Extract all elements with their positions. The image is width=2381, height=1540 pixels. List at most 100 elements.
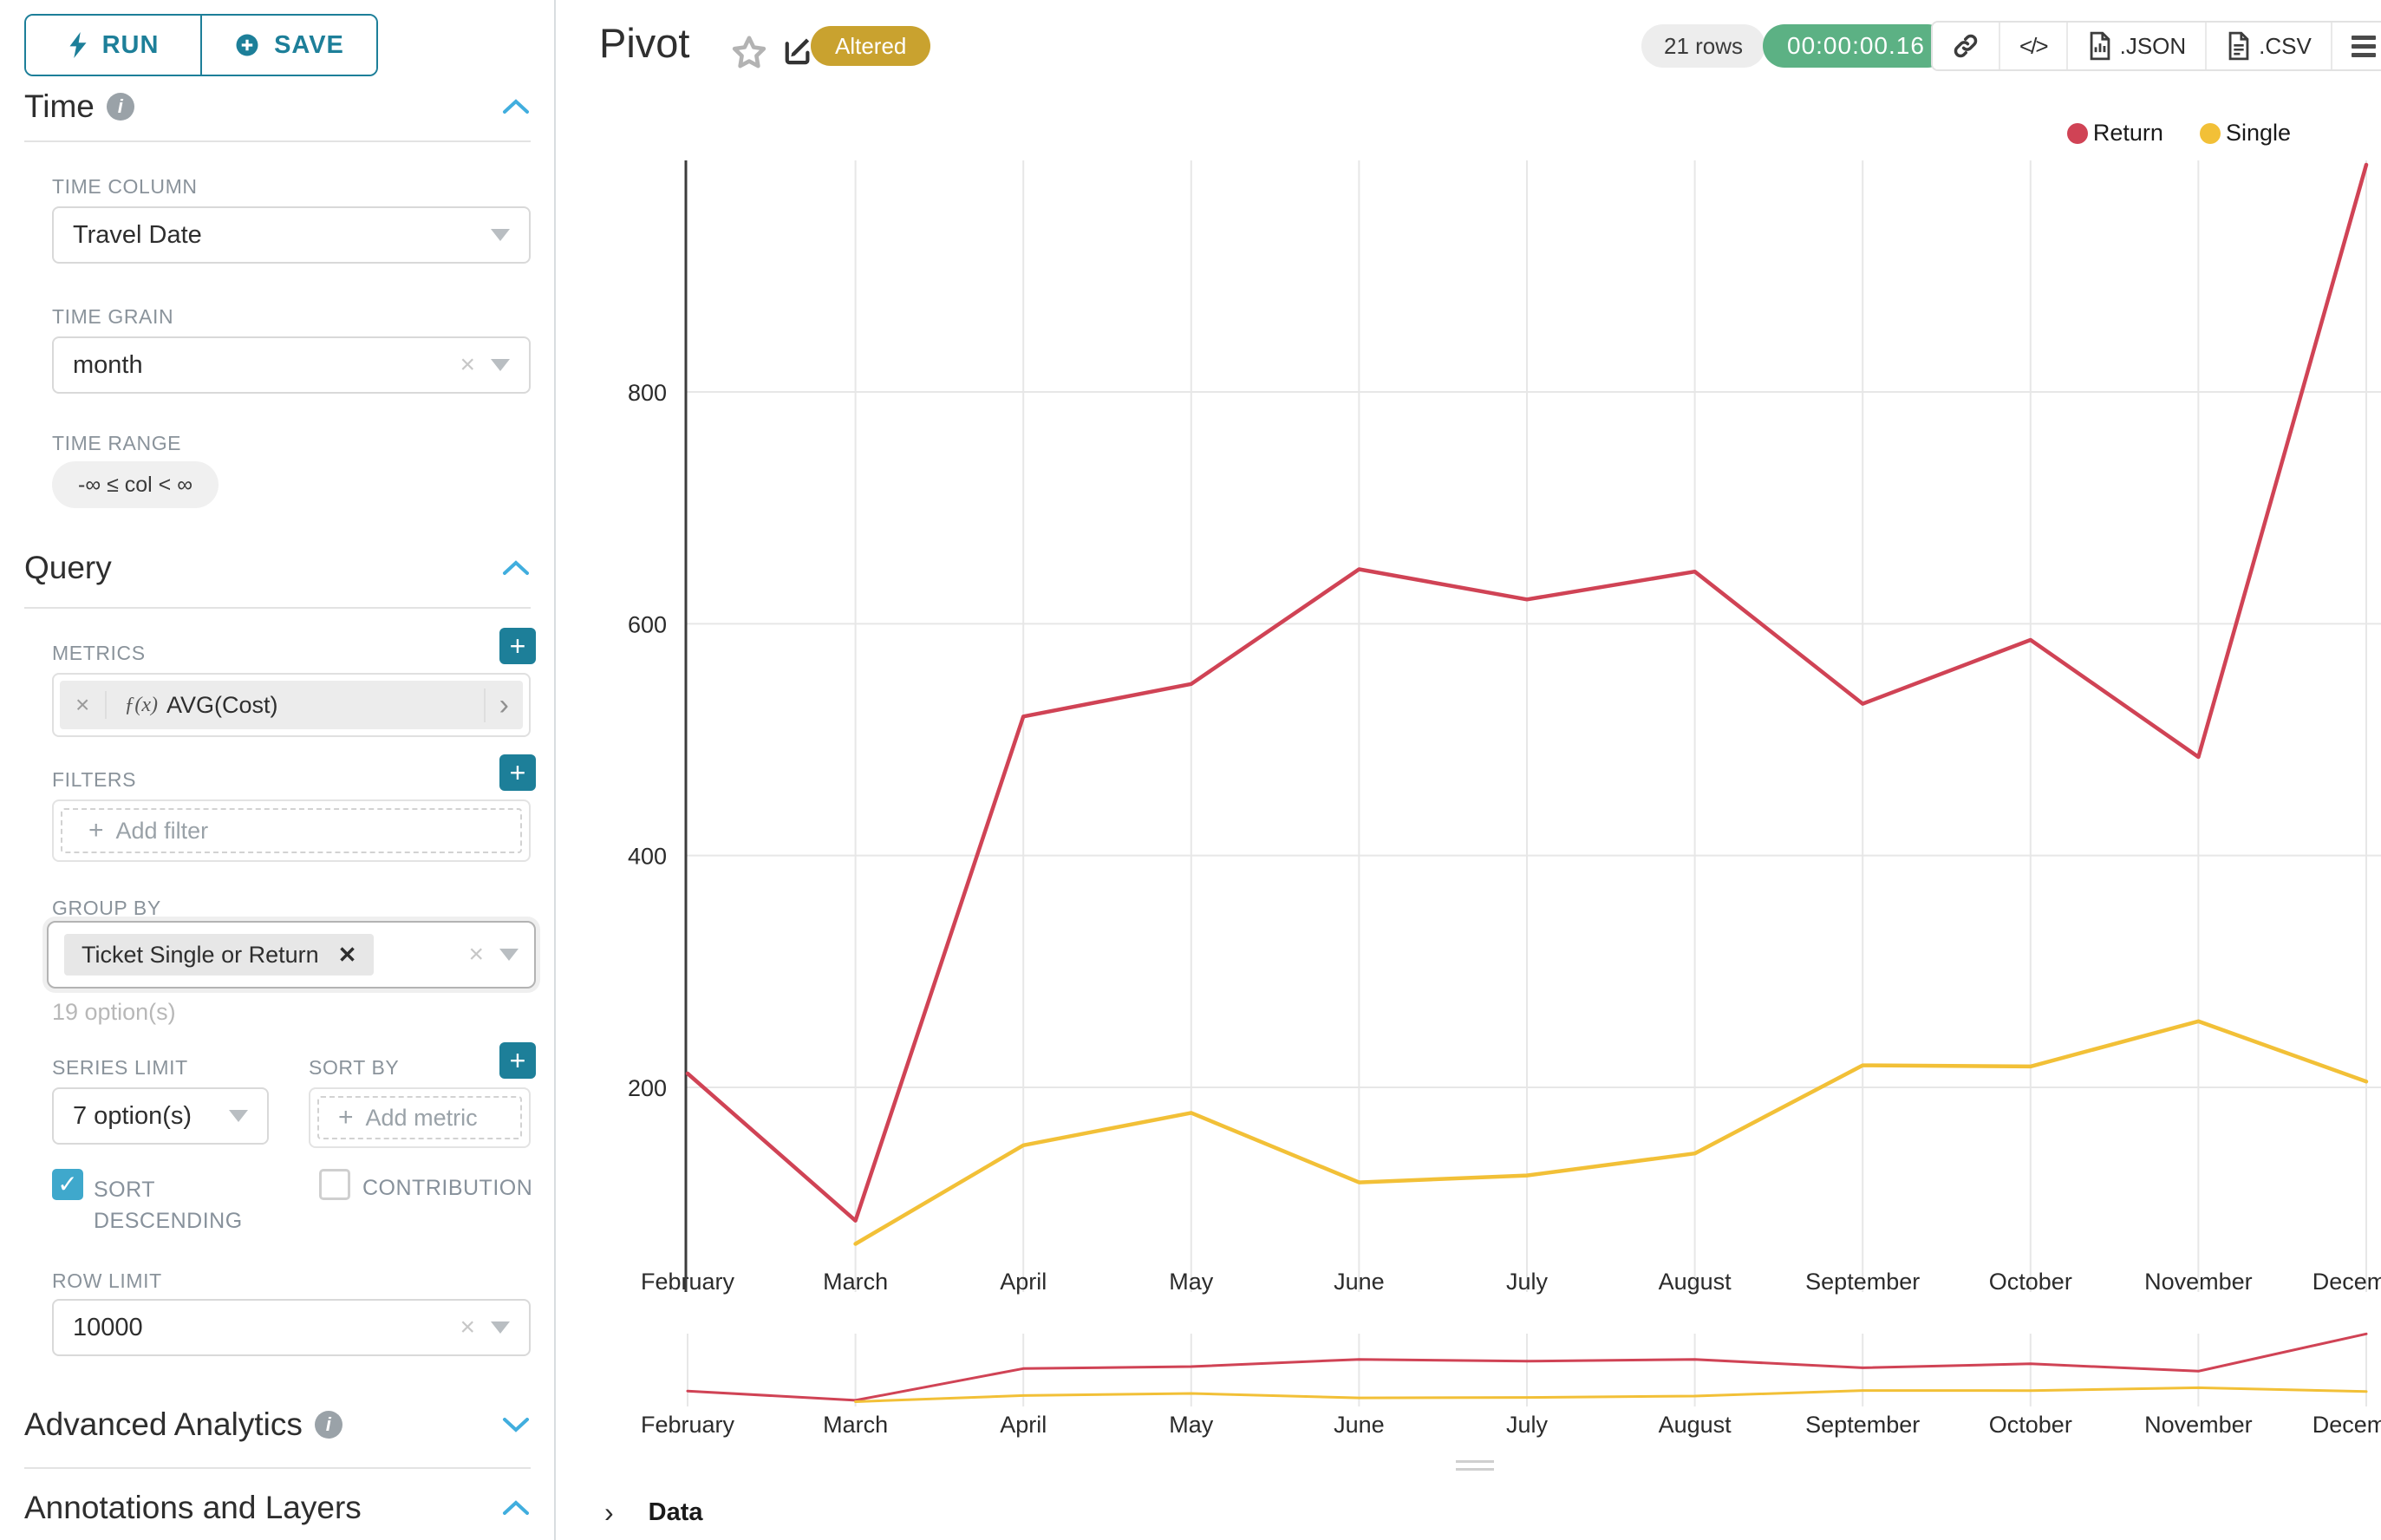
info-icon[interactable]: i <box>107 93 134 121</box>
x-axis-label: September <box>1805 1269 1920 1295</box>
time-column-label: TIME COLUMN <box>52 175 198 199</box>
save-button[interactable]: SAVE <box>200 16 376 75</box>
line-chart[interactable]: 200400600800FebruaryFebruaryMarchMarchAp… <box>556 0 2381 1540</box>
time-grain-label: TIME GRAIN <box>52 305 173 329</box>
chevron-down-icon[interactable] <box>499 949 519 961</box>
add-metric-button[interactable]: + <box>499 628 536 664</box>
mini-x-axis-label: August <box>1659 1412 1732 1438</box>
time-grain-select[interactable]: month × <box>52 336 531 394</box>
mini-x-axis-label: September <box>1805 1412 1920 1438</box>
x-axis-label: May <box>1169 1269 1214 1295</box>
chevron-up-icon[interactable] <box>501 1498 531 1517</box>
data-section-label: Data <box>649 1498 703 1527</box>
mini-x-axis-label: March <box>823 1412 888 1438</box>
time-section-title: Time <box>24 88 95 125</box>
time-range-pill[interactable]: -∞ ≤ col < ∞ <box>52 461 219 508</box>
chart-panel: Pivot Altered 21 rows 00:00:00.16 </> .J… <box>556 0 2381 1540</box>
mini-x-axis-label: July <box>1506 1412 1549 1438</box>
x-axis-label: February <box>641 1269 735 1295</box>
section-divider <box>24 607 531 609</box>
mini-series-line-single <box>856 1387 2366 1401</box>
x-axis-label: March <box>823 1269 888 1295</box>
add-filter-dropzone[interactable]: + Add filter <box>61 808 522 853</box>
series-limit-value: 7 option(s) <box>73 1102 192 1131</box>
run-save-button-group: RUN SAVE <box>24 14 378 76</box>
row-limit-select[interactable]: 10000 × <box>52 1299 531 1356</box>
mini-x-axis-label: October <box>1989 1412 2072 1438</box>
plus-icon: + <box>88 816 104 845</box>
filters-label: FILTERS <box>52 768 136 792</box>
advanced-analytics-title: Advanced Analytics <box>24 1406 303 1443</box>
time-section-header[interactable]: Time i <box>24 88 531 125</box>
chevron-up-icon[interactable] <box>501 97 531 116</box>
mini-x-axis-label: April <box>1000 1412 1047 1438</box>
chevron-down-icon[interactable] <box>491 229 510 241</box>
run-button[interactable]: RUN <box>26 16 200 75</box>
remove-metric-icon[interactable]: × <box>60 691 107 719</box>
annotations-header[interactable]: Annotations and Layers <box>24 1490 531 1526</box>
annotations-title: Annotations and Layers <box>24 1490 362 1526</box>
group-by-options-hint: 19 option(s) <box>52 999 176 1026</box>
time-range-value: -∞ ≤ col < ∞ <box>78 473 192 498</box>
x-axis-label: July <box>1506 1269 1549 1295</box>
explore-view: RUN SAVE Time i TIME COLUMN Travel Date … <box>0 0 2381 1540</box>
x-axis-label: April <box>1000 1269 1047 1295</box>
save-button-label: SAVE <box>274 31 344 60</box>
y-axis-tick-label: 400 <box>628 844 667 870</box>
metrics-label: METRICS <box>52 642 146 665</box>
add-filter-placeholder: Add filter <box>116 818 209 845</box>
mini-x-axis-label: June <box>1334 1412 1385 1438</box>
control-panel-sidebar: RUN SAVE Time i TIME COLUMN Travel Date … <box>0 0 556 1540</box>
add-sort-metric-button[interactable]: + <box>499 1042 536 1079</box>
contribution-checkbox[interactable] <box>319 1169 350 1200</box>
chevron-right-icon[interactable]: › <box>484 688 523 722</box>
clear-icon[interactable]: × <box>460 1315 475 1341</box>
clear-icon[interactable]: × <box>468 942 484 968</box>
x-axis-label: August <box>1659 1269 1732 1295</box>
x-axis-label: December <box>2313 1269 2381 1295</box>
mini-x-axis-label: May <box>1169 1412 1214 1438</box>
data-section-toggle[interactable]: › Data <box>604 1497 703 1529</box>
chevron-right-icon: › <box>604 1497 614 1529</box>
add-sort-metric-dropzone[interactable]: + Add metric <box>317 1096 522 1139</box>
section-divider <box>24 140 531 142</box>
y-axis-tick-label: 800 <box>628 380 667 406</box>
group-by-tag-label: Ticket Single or Return <box>82 942 319 969</box>
chevron-up-icon[interactable] <box>501 558 531 578</box>
sort-descending-checkbox[interactable]: ✓ <box>52 1169 83 1200</box>
group-by-tag: Ticket Single or Return ✕ <box>64 934 374 976</box>
metric-pill[interactable]: × ƒ(x) AVG(Cost) › <box>60 681 523 729</box>
clear-icon[interactable]: × <box>460 352 475 378</box>
chevron-down-icon[interactable] <box>491 359 510 371</box>
contribution-label: CONTRIBUTION <box>362 1176 532 1201</box>
metric-name: AVG(Cost) <box>166 692 278 719</box>
add-filter-button[interactable]: + <box>499 754 536 791</box>
sort-descending-label: SORT DESCENDING <box>94 1174 206 1237</box>
query-section-title: Query <box>24 550 112 586</box>
resize-handle[interactable] <box>1456 1455 1494 1476</box>
query-section-header[interactable]: Query <box>24 550 531 586</box>
advanced-analytics-header[interactable]: Advanced Analytics i <box>24 1406 531 1443</box>
run-button-label: RUN <box>102 31 160 60</box>
group-by-select[interactable]: Ticket Single or Return ✕ × <box>47 921 536 989</box>
y-axis-tick-label: 600 <box>628 611 667 637</box>
time-range-label: TIME RANGE <box>52 432 181 455</box>
group-by-label: GROUP BY <box>52 897 161 920</box>
x-axis-label: October <box>1989 1269 2072 1295</box>
x-axis-label: November <box>2144 1269 2253 1295</box>
info-icon[interactable]: i <box>315 1411 342 1439</box>
chevron-down-icon[interactable] <box>491 1321 510 1334</box>
chevron-down-icon[interactable] <box>501 1415 531 1434</box>
remove-tag-icon[interactable]: ✕ <box>338 942 357 969</box>
row-limit-value: 10000 <box>73 1314 143 1342</box>
time-grain-value: month <box>73 351 143 380</box>
section-divider <box>24 1467 531 1469</box>
chevron-down-icon[interactable] <box>229 1110 248 1122</box>
time-column-select[interactable]: Travel Date <box>52 206 531 264</box>
series-limit-select[interactable]: 7 option(s) <box>52 1087 269 1145</box>
filters-container: + Add filter <box>52 799 531 862</box>
series-line-single <box>856 1021 2366 1244</box>
mini-x-axis-label: November <box>2144 1412 2253 1438</box>
series-limit-label: SERIES LIMIT <box>52 1056 188 1080</box>
lightning-icon <box>68 32 88 58</box>
